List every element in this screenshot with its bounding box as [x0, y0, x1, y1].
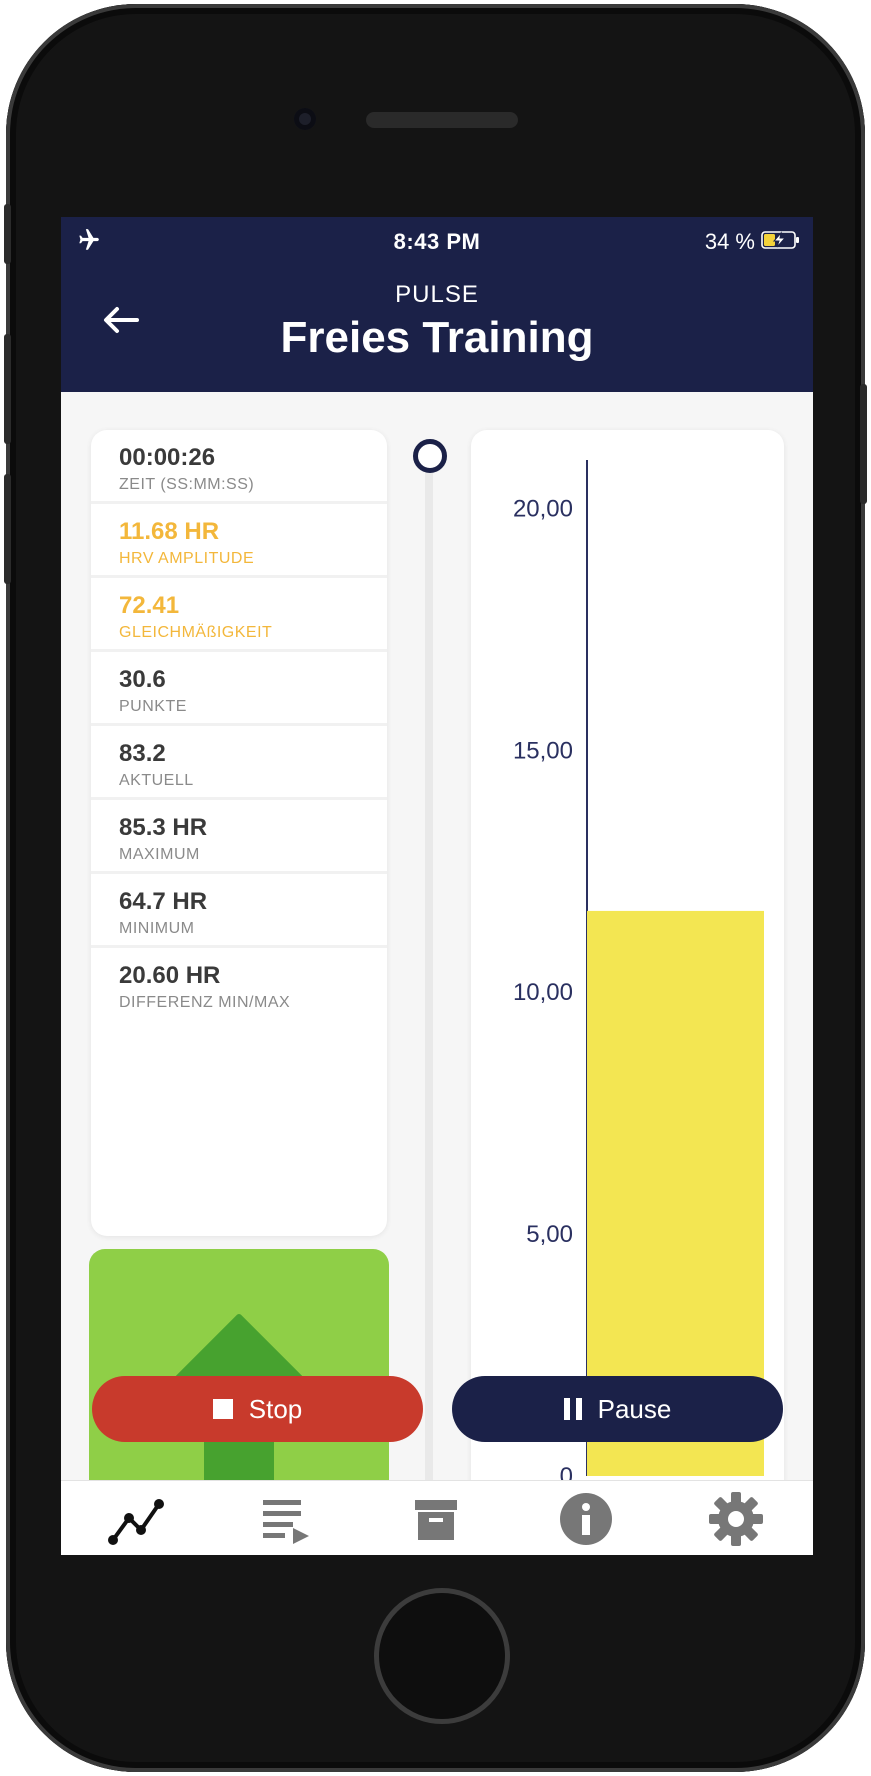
status-bar: 8:43 PM 34 % [61, 217, 813, 263]
app-name: PULSE [395, 281, 479, 308]
tab-programs[interactable] [211, 1481, 361, 1555]
stat-row: 30.6 PUNKTE [91, 652, 387, 726]
volume-down-button [4, 474, 11, 584]
stat-row: 83.2 AKTUELL [91, 726, 387, 800]
stat-label: PUNKTE [119, 698, 187, 715]
stat-label: MINIMUM [119, 920, 195, 937]
tab-bar [61, 1480, 813, 1555]
y-tick-label: 10,00 [513, 979, 573, 1006]
gear-icon [709, 1491, 763, 1546]
battery-percentage: 34 % [704, 229, 755, 254]
stat-value: 30.6 [119, 666, 166, 693]
stat-value: 11.68 HR [119, 518, 220, 545]
stat-row: 11.68 HR HRV AMPLITUDE [91, 504, 387, 578]
info-icon [560, 1492, 612, 1545]
stat-row: 85.3 HR MAXIMUM [91, 800, 387, 874]
stop-icon [212, 1399, 233, 1419]
mute-switch [4, 204, 11, 264]
stat-label: HRV AMPLITUDE [119, 550, 255, 567]
front-camera [294, 108, 316, 130]
stat-value: 00:00:26 [119, 444, 216, 471]
y-tick-label: 20,00 [513, 495, 573, 522]
stat-value: 83.2 [119, 740, 166, 767]
home-button[interactable] [374, 1588, 510, 1724]
slider-knob[interactable] [413, 439, 447, 473]
archive-icon [415, 1499, 457, 1540]
stat-row: 20.60 HR DIFFERENZ MIN/MAX [91, 948, 387, 1022]
slider-track[interactable] [425, 449, 433, 1555]
tab-settings[interactable] [661, 1481, 811, 1555]
stat-value: 64.7 HR [119, 888, 208, 915]
stat-label: MAXIMUM [119, 846, 200, 863]
y-tick-label: 5,00 [526, 1221, 573, 1248]
tab-archive[interactable] [361, 1481, 511, 1555]
stat-row: 00:00:26 ZEIT (SS:MM:SS) [91, 430, 387, 504]
status-time: 8:43 PM [393, 229, 481, 254]
stat-value: 20.60 HR [119, 962, 221, 989]
stop-button-label: Stop [248, 1393, 303, 1424]
battery-charging-icon [761, 231, 799, 249]
tab-info[interactable] [511, 1481, 661, 1555]
power-button [860, 384, 867, 504]
stat-value: 85.3 HR [119, 814, 208, 841]
y-tick-label: 15,00 [513, 737, 573, 764]
stat-label: GLEICHMÄßIGKEIT [119, 624, 273, 641]
stat-label: AKTUELL [119, 772, 194, 789]
app-header: 8:43 PM 34 % PULSE Freies Training [61, 217, 813, 392]
pause-button-label: Pause [597, 1393, 672, 1424]
stat-value: 72.41 [119, 592, 180, 619]
pause-button[interactable]: Pause [452, 1376, 783, 1442]
volume-up-button [4, 334, 11, 444]
pause-icon [563, 1398, 582, 1420]
page-title: Freies Training [280, 313, 594, 362]
stop-button[interactable]: Stop [92, 1376, 423, 1442]
stats-card: 00:00:26 ZEIT (SS:MM:SS) 11.68 HR HRV AM… [91, 430, 387, 1236]
playlist-icon [263, 1499, 309, 1544]
stat-label: ZEIT (SS:MM:SS) [119, 476, 255, 493]
stat-row: 72.41 GLEICHMÄßIGKEIT [91, 578, 387, 652]
chart-line-icon [108, 1498, 164, 1545]
app-screen: 8:43 PM 34 % PULSE Freies Training 00:00… [61, 217, 813, 1555]
stat-label: DIFFERENZ MIN/MAX [119, 994, 291, 1011]
earpiece-speaker [366, 112, 518, 128]
tab-training[interactable] [61, 1481, 211, 1555]
stat-row: 64.7 HR MINIMUM [91, 874, 387, 948]
